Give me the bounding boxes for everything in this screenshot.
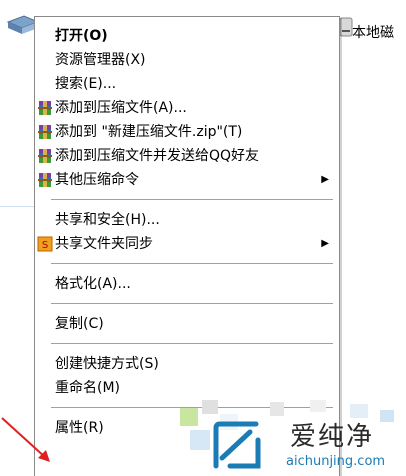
menu-item-label: 搜索(E)... — [55, 76, 117, 92]
menu-item[interactable]: 格式化(A)... — [35, 271, 335, 297]
menu-item[interactable]: 资源管理器(X) — [35, 47, 335, 73]
menu-item-label: 复制(C) — [55, 316, 104, 332]
menu-item[interactable]: 创建快捷方式(S) — [35, 351, 335, 377]
menu-item-label: 共享和安全(H)... — [55, 212, 160, 228]
menu-item[interactable]: 其他压缩命令 ▶ — [35, 167, 335, 193]
menu-item[interactable]: 打开(O) — [35, 23, 335, 49]
menu-item-label: 打开(O) — [55, 28, 108, 44]
winrar-icon — [38, 101, 52, 115]
winrar-icon — [38, 149, 52, 163]
drive-label[interactable]: 本地磁 — [352, 22, 394, 42]
menu-item[interactable]: 共享和安全(H)... — [35, 207, 335, 233]
menu-item-label: 格式化(A)... — [55, 276, 131, 292]
menu-item-label: 其他压缩命令 — [55, 172, 139, 188]
red-arrow-annotation — [1, 417, 50, 462]
menu-item-label: 添加到 "新建压缩文件.zip"(T) — [55, 124, 243, 140]
menu-separator — [51, 343, 333, 344]
sync-icon: S — [37, 236, 53, 252]
menu-item-label: 重命名(M) — [55, 380, 121, 396]
menu-item-label: 属性(R) — [55, 420, 104, 436]
menu-item[interactable]: S 共享文件夹同步 ▶ — [35, 231, 335, 257]
watermark-url: aichunjing.com — [286, 454, 386, 469]
submenu-arrow-icon: ▶ — [321, 174, 329, 185]
menu-separator — [51, 303, 333, 304]
menu-item-label: 添加到压缩文件(A)... — [55, 100, 187, 116]
menu-item[interactable]: 添加到 "新建压缩文件.zip"(T) — [35, 119, 335, 145]
menu-item[interactable]: 搜索(E)... — [35, 71, 335, 97]
menu-item[interactable]: 添加到压缩文件(A)... — [35, 95, 335, 121]
submenu-arrow-icon: ▶ — [321, 238, 329, 249]
menu-item-label: 创建快捷方式(S) — [55, 356, 159, 372]
aichunjing-logo-icon — [213, 421, 261, 469]
winrar-icon — [38, 125, 52, 139]
menu-item[interactable]: 添加到压缩文件并发送给QQ好友 — [35, 143, 335, 169]
menu-item[interactable]: 复制(C) — [35, 311, 335, 337]
winrar-icon — [38, 173, 52, 187]
menu-item-label: 资源管理器(X) — [55, 52, 146, 68]
menu-item[interactable]: 重命名(M) — [35, 375, 335, 401]
menu-separator — [51, 263, 333, 264]
menu-item-label: 共享文件夹同步 — [55, 236, 153, 252]
svg-text:S: S — [42, 240, 48, 251]
menu-separator — [51, 199, 333, 200]
watermark-title: 爱纯净 — [290, 422, 375, 452]
menu-item-label: 添加到压缩文件并发送给QQ好友 — [55, 148, 260, 164]
